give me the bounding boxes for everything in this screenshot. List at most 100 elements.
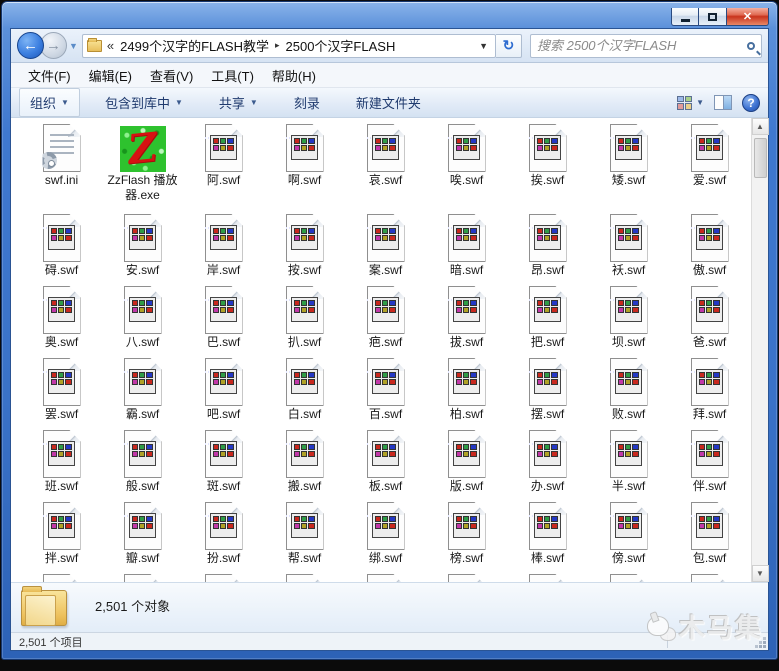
file-item[interactable]: 岸.swf — [183, 214, 264, 286]
file-item[interactable] — [426, 574, 507, 582]
search-input[interactable] — [537, 38, 747, 53]
file-item[interactable]: 矮.swf — [588, 124, 669, 214]
toolbar-button[interactable]: 包含到库中 ▼ — [94, 88, 194, 117]
file-item[interactable]: 把.swf — [507, 286, 588, 358]
file-item[interactable]: 般.swf — [102, 430, 183, 502]
minimize-button[interactable] — [671, 8, 699, 26]
file-item[interactable]: 啊.swf — [264, 124, 345, 214]
scrollbar-thumb[interactable] — [753, 138, 767, 178]
file-item[interactable]: swf.ini — [21, 124, 102, 214]
file-item[interactable]: 挨.swf — [507, 124, 588, 214]
breadcrumb-parent[interactable]: 2499个汉字的FLASH教学 — [120, 36, 269, 55]
file-item[interactable]: 霸.swf — [102, 358, 183, 430]
file-item[interactable] — [669, 574, 750, 582]
file-item[interactable]: 白.swf — [264, 358, 345, 430]
file-item[interactable]: 搬.swf — [264, 430, 345, 502]
file-item[interactable] — [588, 574, 669, 582]
file-item[interactable]: 爸.swf — [669, 286, 750, 358]
file-item[interactable]: Z ZzFlash 播放器.exe — [102, 124, 183, 214]
file-item[interactable]: 棒.swf — [507, 502, 588, 574]
close-button[interactable]: ✕ — [727, 8, 769, 26]
vertical-scrollbar[interactable]: ▲ ▼ — [751, 118, 769, 582]
file-item[interactable]: 哀.swf — [345, 124, 426, 214]
file-item[interactable]: 唉.swf — [426, 124, 507, 214]
file-item[interactable]: 阿.swf — [183, 124, 264, 214]
status-divider — [667, 635, 668, 648]
file-item[interactable]: 板.swf — [345, 430, 426, 502]
file-item[interactable]: 柏.swf — [426, 358, 507, 430]
scroll-up-button[interactable]: ▲ — [751, 118, 769, 135]
file-item[interactable]: 绑.swf — [345, 502, 426, 574]
file-item[interactable]: 奥.swf — [21, 286, 102, 358]
breadcrumb-current[interactable]: 2500个汉字FLASH — [286, 36, 396, 55]
toolbar-button[interactable]: 刻录 — [283, 88, 331, 117]
address-bar[interactable]: « 2499个汉字的FLASH教学 ▸ 2500个汉字FLASH ▼ — [81, 33, 496, 58]
refresh-button[interactable]: ↻ — [496, 33, 522, 58]
file-item[interactable]: 傍.swf — [588, 502, 669, 574]
swf-file-icon — [285, 358, 324, 406]
file-item[interactable] — [345, 574, 426, 582]
file-item[interactable] — [507, 574, 588, 582]
file-item[interactable]: 傲.swf — [669, 214, 750, 286]
file-item[interactable]: 拜.swf — [669, 358, 750, 430]
file-item[interactable]: 袄.swf — [588, 214, 669, 286]
menu-item[interactable]: 文件(F) — [19, 63, 80, 88]
resize-grip-icon[interactable] — [763, 645, 766, 648]
back-button[interactable]: ← — [17, 32, 44, 59]
file-item[interactable]: 碍.swf — [21, 214, 102, 286]
file-item[interactable]: 拌.swf — [21, 502, 102, 574]
file-item[interactable]: 败.swf — [588, 358, 669, 430]
file-item[interactable]: 扮.swf — [183, 502, 264, 574]
swf-file-icon — [447, 502, 486, 550]
toolbar-button[interactable]: 新建文件夹 — [345, 88, 432, 117]
file-item[interactable] — [264, 574, 345, 582]
file-item[interactable]: 按.swf — [264, 214, 345, 286]
views-dropdown-icon[interactable]: ▼ — [696, 98, 704, 107]
file-item[interactable]: 榜.swf — [426, 502, 507, 574]
file-item[interactable]: 半.swf — [588, 430, 669, 502]
menu-item[interactable]: 查看(V) — [141, 63, 202, 88]
scroll-down-button[interactable]: ▼ — [751, 565, 769, 582]
file-item[interactable] — [102, 574, 183, 582]
file-item[interactable]: 爱.swf — [669, 124, 750, 214]
toolbar-button[interactable]: 组织 ▼ — [19, 88, 80, 117]
file-item[interactable]: 暗.swf — [426, 214, 507, 286]
file-item[interactable]: 包.swf — [669, 502, 750, 574]
change-view-button[interactable]: ▼ — [677, 95, 704, 110]
file-item[interactable] — [183, 574, 264, 582]
address-dropdown-icon[interactable]: ▼ — [476, 41, 491, 51]
file-item[interactable]: 罢.swf — [21, 358, 102, 430]
menu-item[interactable]: 编辑(E) — [80, 63, 141, 88]
menu-item[interactable]: 工具(T) — [202, 63, 263, 88]
preview-pane-button[interactable] — [714, 95, 732, 110]
file-item[interactable]: 安.swf — [102, 214, 183, 286]
file-item[interactable]: 版.swf — [426, 430, 507, 502]
file-item[interactable]: 案.swf — [345, 214, 426, 286]
file-item[interactable]: 班.swf — [21, 430, 102, 502]
file-item[interactable]: 帮.swf — [264, 502, 345, 574]
file-item[interactable]: 伴.swf — [669, 430, 750, 502]
file-item[interactable]: 扒.swf — [264, 286, 345, 358]
file-item[interactable]: 吧.swf — [183, 358, 264, 430]
forward-button[interactable]: → — [40, 32, 67, 59]
file-item[interactable]: 巴.swf — [183, 286, 264, 358]
search-box[interactable] — [530, 33, 762, 58]
toolbar-button[interactable]: 共享 ▼ — [208, 88, 269, 117]
file-item[interactable]: 八.swf — [102, 286, 183, 358]
file-item[interactable]: 摆.swf — [507, 358, 588, 430]
maximize-button[interactable] — [699, 8, 727, 26]
file-item[interactable]: 百.swf — [345, 358, 426, 430]
swf-file-icon — [204, 430, 243, 478]
file-item[interactable] — [21, 574, 102, 582]
breadcrumb-overflow[interactable]: « — [107, 38, 114, 53]
file-item[interactable]: 坝.swf — [588, 286, 669, 358]
recent-pages-dropdown[interactable]: ▼ — [69, 41, 78, 51]
menu-item[interactable]: 帮助(H) — [263, 63, 325, 88]
help-button[interactable]: ? — [742, 93, 760, 112]
file-item[interactable]: 疤.swf — [345, 286, 426, 358]
file-item[interactable]: 昂.swf — [507, 214, 588, 286]
file-item[interactable]: 拔.swf — [426, 286, 507, 358]
file-item[interactable]: 办.swf — [507, 430, 588, 502]
file-item[interactable]: 斑.swf — [183, 430, 264, 502]
file-item[interactable]: 瓣.swf — [102, 502, 183, 574]
